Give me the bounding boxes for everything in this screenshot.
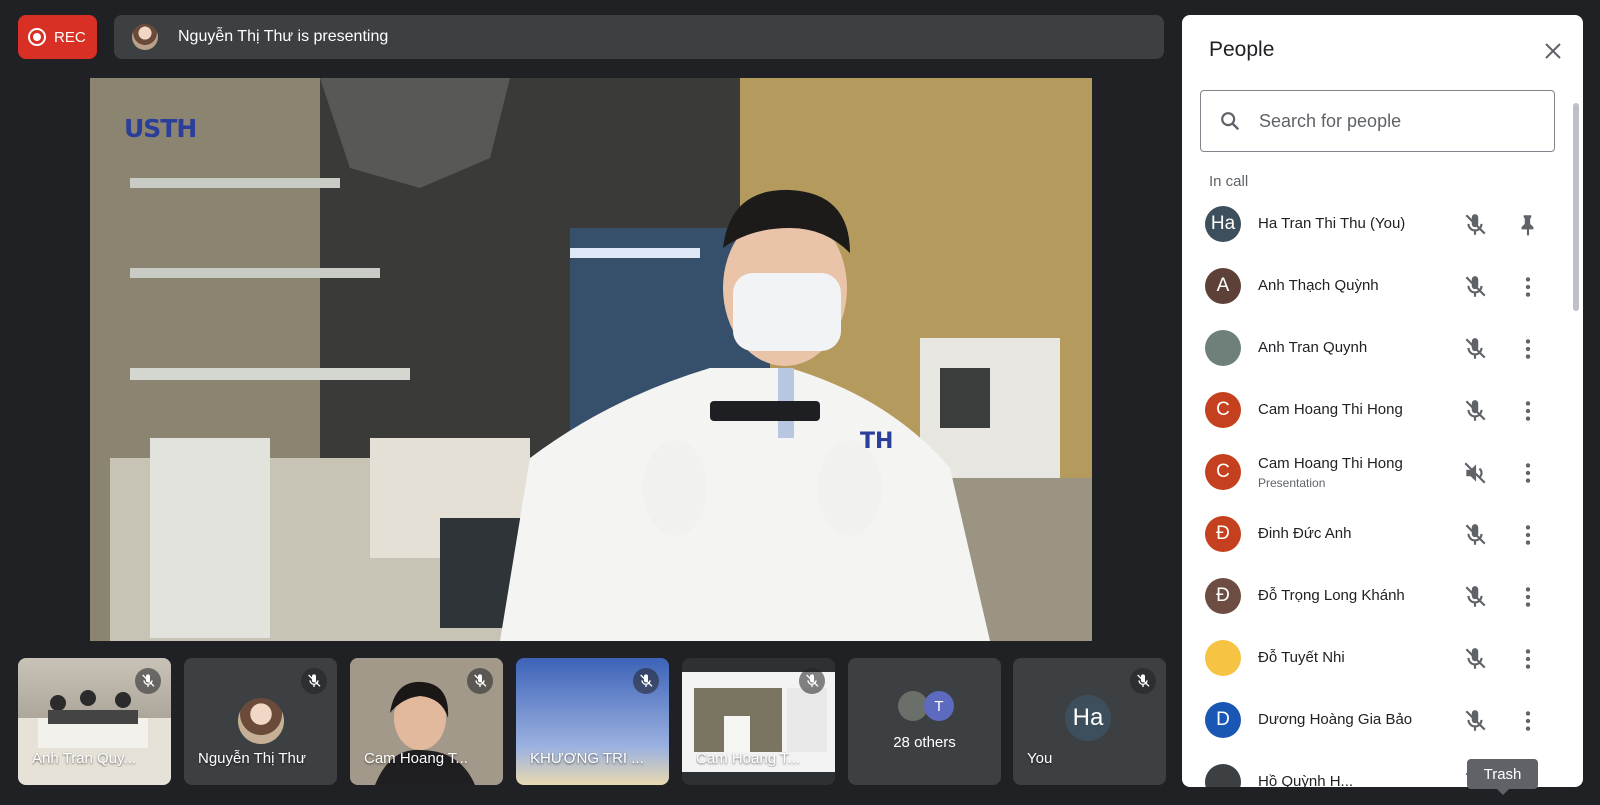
person-avatar: C: [1205, 392, 1241, 428]
presenter-text: Nguyễn Thị Thư is presenting: [178, 28, 389, 45]
person-name: Cam Hoang Thi Hong: [1258, 401, 1403, 418]
more-icon[interactable]: [1515, 274, 1541, 300]
person-row[interactable]: Đỗ Tuyết Nhi: [1182, 629, 1583, 691]
person-row[interactable]: Đ Đỗ Trọng Long Khánh: [1182, 567, 1583, 629]
lab-scene-image: TH: [90, 78, 1092, 641]
mic-off-icon[interactable]: [1462, 646, 1488, 672]
mic-off-icon: [633, 668, 659, 694]
person-avatar: [1205, 764, 1241, 787]
more-icon[interactable]: [1515, 336, 1541, 362]
search-box[interactable]: [1200, 90, 1555, 152]
participant-tile[interactable]: Cam Hoang T...: [350, 658, 503, 785]
person-row[interactable]: Anh Tran Quynh: [1182, 319, 1583, 381]
people-panel: People In call HaHa Tran Thi Thu (You)AA…: [1182, 15, 1583, 787]
mic-off-icon[interactable]: [1462, 336, 1488, 362]
person-avatar: D: [1205, 702, 1241, 738]
person-name: Hồ Quỳnh H...: [1258, 773, 1354, 787]
panel-title: People: [1209, 38, 1275, 61]
more-icon[interactable]: [1515, 522, 1541, 548]
search-input[interactable]: [1257, 109, 1531, 133]
person-avatar: C: [1205, 454, 1241, 490]
person-avatar: [1205, 330, 1241, 366]
mic-off-icon[interactable]: [1462, 708, 1488, 734]
mic-off-icon[interactable]: [1462, 584, 1488, 610]
person-name: Cam Hoang Thi Hong: [1258, 455, 1403, 472]
person-name: Anh Thạch Quỳnh: [1258, 277, 1379, 294]
person-row[interactable]: Đ Đinh Đức Anh: [1182, 505, 1583, 567]
others-tile[interactable]: T 28 others: [848, 658, 1001, 785]
record-icon: [28, 28, 46, 46]
participant-tile[interactable]: Nguyễn Thị Thư: [184, 658, 337, 785]
participant-tile[interactable]: KHƯƠNG TRI ...: [516, 658, 669, 785]
mic-off-icon[interactable]: [1462, 212, 1488, 238]
others-avatars: T: [898, 691, 958, 721]
presenter-avatar: [132, 24, 158, 50]
person-avatar: Đ: [1205, 516, 1241, 552]
person-row[interactable]: C Cam Hoang Thi Hong: [1182, 381, 1583, 443]
mic-off-icon: [467, 668, 493, 694]
presentation-video: TH USTH: [90, 78, 1092, 641]
person-avatar: Ha: [1205, 206, 1241, 242]
more-icon[interactable]: [1515, 646, 1541, 672]
participant-name: Nguyễn Thị Thư: [198, 750, 306, 767]
svg-text:TH: TH: [860, 429, 893, 454]
participant-name: Anh Tran Quy...: [32, 750, 136, 767]
participant-name: You: [1027, 750, 1053, 767]
pin-icon[interactable]: [1515, 212, 1541, 238]
participant-name: Cam Hoang T...: [364, 750, 468, 767]
mic-off-icon[interactable]: [1462, 398, 1488, 424]
self-tile[interactable]: Ha You: [1013, 658, 1166, 785]
person-name: Đỗ Tuyết Nhi: [1258, 649, 1345, 666]
person-name: Đỗ Trọng Long Khánh: [1258, 587, 1405, 604]
participant-tile[interactable]: Cam Hoang T...: [682, 658, 835, 785]
tooltip: Trash: [1467, 759, 1538, 795]
more-icon[interactable]: [1515, 398, 1541, 424]
section-in-call: In call: [1209, 173, 1249, 190]
participant-name: Cam Hoang T...: [696, 750, 800, 767]
audio-off-icon[interactable]: [1462, 460, 1488, 486]
person-name: Anh Tran Quynh: [1258, 339, 1368, 356]
mic-off-icon: [1130, 668, 1156, 694]
self-avatar: Ha: [1065, 695, 1111, 741]
mic-off-icon: [799, 668, 825, 694]
recording-label: REC: [54, 28, 86, 46]
person-name: Đinh Đức Anh: [1258, 525, 1352, 542]
person-name: Dương Hoàng Gia Bảo: [1258, 711, 1413, 728]
usth-logo: USTH: [124, 114, 197, 143]
more-icon[interactable]: [1515, 708, 1541, 734]
recording-badge[interactable]: REC: [18, 15, 97, 59]
mic-off-icon[interactable]: [1462, 274, 1488, 300]
more-icon[interactable]: [1515, 584, 1541, 610]
others-avatar-letter: T: [924, 691, 954, 721]
participant-name: KHƯƠNG TRI ...: [530, 750, 644, 767]
person-row[interactable]: D Dương Hoàng Gia Bảo: [1182, 691, 1583, 753]
person-avatar: A: [1205, 268, 1241, 304]
person-row[interactable]: C Cam Hoang Thi Hong Presentation: [1182, 443, 1583, 505]
person-subtitle: Presentation: [1258, 476, 1326, 490]
search-icon: [1221, 112, 1240, 131]
person-name: Ha Tran Thi Thu (You): [1258, 215, 1406, 232]
participant-strip: Anh Tran Quy... Nguyễn Thị Thư Cam Hoang…: [18, 658, 1166, 785]
presenter-banner: Nguyễn Thị Thư is presenting: [114, 15, 1164, 59]
person-avatar: Đ: [1205, 578, 1241, 614]
mic-off-icon: [135, 668, 161, 694]
participant-tile[interactable]: Anh Tran Quy...: [18, 658, 171, 785]
others-count: 28 others: [893, 734, 956, 751]
person-avatar: [1205, 640, 1241, 676]
close-icon[interactable]: [1541, 39, 1565, 63]
mic-off-icon[interactable]: [1462, 522, 1488, 548]
person-row[interactable]: A Anh Thạch Quỳnh: [1182, 257, 1583, 319]
more-icon[interactable]: [1515, 460, 1541, 486]
mic-off-icon: [301, 668, 327, 694]
person-row[interactable]: Ha Ha Tran Thi Thu (You): [1182, 195, 1583, 257]
participant-avatar: [238, 698, 284, 744]
